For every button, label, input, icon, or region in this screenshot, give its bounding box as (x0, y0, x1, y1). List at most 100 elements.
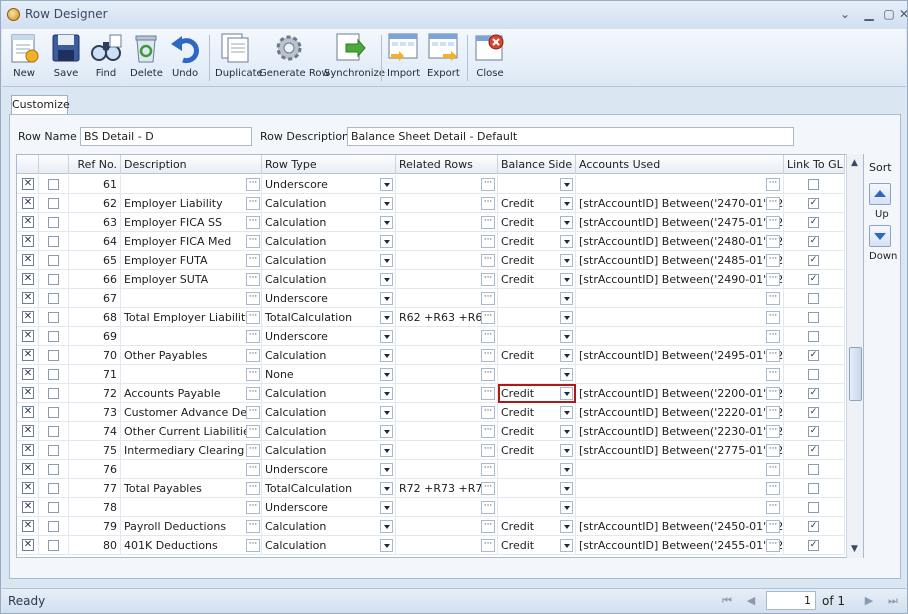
row-select-checkbox[interactable] (48, 407, 59, 418)
table-row[interactable]: ✕ 68 Total Employer Liability ··· TotalCalcu… (17, 308, 845, 327)
ellipsis-icon[interactable]: ··· (246, 311, 260, 324)
scroll-down-icon[interactable]: ▼ (851, 544, 858, 554)
related-rows-cell[interactable]: ··· (396, 422, 498, 441)
row-type-cell[interactable]: Calculation (262, 346, 396, 365)
link-to-gl-checkbox[interactable] (808, 293, 819, 304)
ref-no-cell[interactable]: 79 (69, 517, 121, 536)
balance-side-cell[interactable]: Credit (498, 232, 576, 251)
row-type-cell[interactable]: Calculation (262, 194, 396, 213)
chevron-down-icon[interactable] (380, 197, 393, 210)
description-cell[interactable]: Other Current Liabilities ··· (121, 422, 262, 441)
chevron-down-icon[interactable] (560, 463, 573, 476)
delete-row-icon[interactable]: ✕ (22, 539, 34, 551)
row-select-checkbox[interactable] (48, 179, 59, 190)
chevron-down-icon[interactable] (560, 501, 573, 514)
header-ref-no[interactable]: Ref No. (69, 155, 121, 174)
row-select-checkbox[interactable] (48, 426, 59, 437)
ellipsis-icon[interactable]: ··· (246, 330, 260, 343)
ellipsis-icon[interactable]: ··· (766, 235, 780, 248)
ellipsis-icon[interactable]: ··· (766, 349, 780, 362)
ellipsis-icon[interactable]: ··· (766, 463, 780, 476)
balance-side-cell[interactable]: Credit (498, 213, 576, 232)
header-balance-side[interactable]: Balance Side (498, 155, 576, 174)
description-cell[interactable]: 401K Deductions ··· (121, 536, 262, 555)
tab-customize[interactable]: Customize (11, 95, 70, 115)
row-type-cell[interactable]: Underscore (262, 460, 396, 479)
balance-side-cell[interactable]: Credit (498, 346, 576, 365)
ellipsis-icon[interactable]: ··· (481, 425, 495, 438)
table-row[interactable]: ✕ 70 Other Payables ··· Calculation ··· Credit… (17, 346, 845, 365)
description-cell[interactable]: ··· (121, 365, 262, 384)
chevron-down-icon[interactable] (380, 520, 393, 533)
row-type-cell[interactable]: Calculation (262, 422, 396, 441)
close-button[interactable]: Close (474, 32, 506, 86)
row-type-cell[interactable]: Underscore (262, 289, 396, 308)
chevron-down-icon[interactable] (380, 501, 393, 514)
description-cell[interactable]: Total Employer Liability ··· (121, 308, 262, 327)
related-rows-cell[interactable]: R72 +R73 +R74 ··· (396, 479, 498, 498)
balance-side-cell[interactable]: Credit (498, 251, 576, 270)
delete-row-icon[interactable]: ✕ (22, 520, 34, 532)
ref-no-cell[interactable]: 65 (69, 251, 121, 270)
ellipsis-icon[interactable]: ··· (481, 520, 495, 533)
chevron-down-icon[interactable] (380, 463, 393, 476)
table-row[interactable]: ✕ 62 Employer Liability ··· Calculation ··· Cr… (17, 194, 845, 213)
link-to-gl-checkbox[interactable] (808, 312, 819, 323)
related-rows-cell[interactable]: ··· (396, 327, 498, 346)
sort-down-button[interactable] (869, 225, 891, 247)
balance-side-cell[interactable]: Credit (498, 441, 576, 460)
balance-side-cell[interactable]: Credit (498, 517, 576, 536)
related-rows-cell[interactable]: ··· (396, 251, 498, 270)
description-cell[interactable]: Other Payables ··· (121, 346, 262, 365)
accounts-used-cell[interactable]: ··· (576, 327, 784, 346)
ellipsis-icon[interactable]: ··· (766, 216, 780, 229)
description-cell[interactable]: Employer FICA SS ··· (121, 213, 262, 232)
chevron-down-icon[interactable] (560, 425, 573, 438)
row-select-checkbox[interactable] (48, 540, 59, 551)
related-rows-cell[interactable]: ··· (396, 536, 498, 555)
accounts-used-cell[interactable]: [strAccountID] Between('2470-01', '24 ··· (576, 194, 784, 213)
ellipsis-icon[interactable]: ··· (246, 273, 260, 286)
description-cell[interactable]: Accounts Payable ··· (121, 384, 262, 403)
duplicate-button[interactable]: Duplicate (215, 32, 263, 86)
description-cell[interactable]: Payroll Deductions ··· (121, 517, 262, 536)
ellipsis-icon[interactable]: ··· (481, 482, 495, 495)
ellipsis-icon[interactable]: ··· (481, 387, 495, 400)
ellipsis-icon[interactable]: ··· (246, 235, 260, 248)
ellipsis-icon[interactable]: ··· (481, 501, 495, 514)
chevron-down-icon[interactable] (560, 197, 573, 210)
accounts-used-cell[interactable]: [strAccountID] Between('2485-01', '24 ··· (576, 251, 784, 270)
delete-row-icon[interactable]: ✕ (22, 311, 34, 323)
chevron-down-icon[interactable] (380, 292, 393, 305)
link-to-gl-checkbox[interactable] (808, 369, 819, 380)
table-row[interactable]: ✕ 65 Employer FUTA ··· Calculation ··· Credit [… (17, 251, 845, 270)
related-rows-cell[interactable]: ··· (396, 460, 498, 479)
header-description[interactable]: Description (121, 155, 262, 174)
ellipsis-icon[interactable]: ··· (766, 311, 780, 324)
ellipsis-icon[interactable]: ··· (481, 463, 495, 476)
accounts-used-cell[interactable]: ··· (576, 479, 784, 498)
table-row[interactable]: ✕ 74 Other Current Liabilities ··· Calculati… (17, 422, 845, 441)
chevron-down-icon[interactable] (560, 387, 573, 400)
header-link-to-gl[interactable]: Link To GL (784, 155, 845, 174)
description-cell[interactable]: ··· (121, 498, 262, 517)
accounts-used-cell[interactable]: ··· (576, 365, 784, 384)
chevron-down-icon[interactable] (560, 235, 573, 248)
header-related-rows[interactable]: Related Rows (396, 155, 498, 174)
row-type-cell[interactable]: Calculation (262, 536, 396, 555)
ellipsis-icon[interactable]: ··· (481, 330, 495, 343)
row-type-cell[interactable]: TotalCalculation (262, 308, 396, 327)
table-row[interactable]: ✕ 80 401K Deductions ··· Calculation ··· Credi… (17, 536, 845, 555)
chevron-down-icon[interactable] (380, 273, 393, 286)
table-row[interactable]: ✕ 79 Payroll Deductions ··· Calculation ··· Cr… (17, 517, 845, 536)
row-type-cell[interactable]: Underscore (262, 175, 396, 194)
chevron-down-icon[interactable] (380, 330, 393, 343)
delete-row-icon[interactable]: ✕ (22, 406, 34, 418)
chevron-down-icon[interactable] (380, 406, 393, 419)
description-cell[interactable]: Intermediary Clearing ··· (121, 441, 262, 460)
ellipsis-icon[interactable]: ··· (766, 482, 780, 495)
ref-no-cell[interactable]: 77 (69, 479, 121, 498)
ref-no-cell[interactable]: 75 (69, 441, 121, 460)
ellipsis-icon[interactable]: ··· (481, 406, 495, 419)
ellipsis-icon[interactable]: ··· (766, 254, 780, 267)
